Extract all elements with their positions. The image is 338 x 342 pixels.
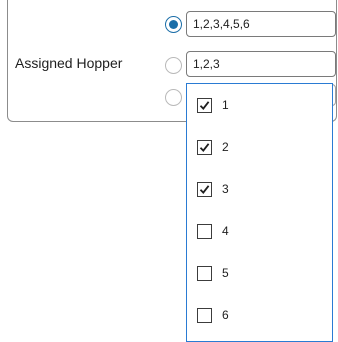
checkbox[interactable] [197, 139, 212, 155]
checkmark-icon [199, 100, 210, 110]
checkbox[interactable] [197, 307, 212, 323]
option-label: 2 [222, 140, 229, 154]
hopper-value-field-1[interactable]: 1,2,3,4,5,6 [186, 11, 336, 37]
radio-option-1[interactable] [165, 16, 182, 33]
option-label: 3 [222, 182, 229, 196]
assigned-hopper-label: Assigned Hopper [15, 55, 123, 71]
checkmark-icon [199, 142, 210, 152]
checkbox[interactable] [197, 223, 212, 239]
option-label: 1 [222, 98, 229, 112]
checkbox[interactable] [197, 265, 212, 281]
dropdown-option[interactable]: 5 [197, 263, 229, 283]
option-label: 6 [222, 308, 229, 322]
checkbox[interactable] [197, 181, 212, 197]
hopper-multiselect-dropdown[interactable]: 1 2 3 4 5 6 [186, 83, 333, 342]
hopper-value-field-2[interactable]: 1,2,3 [186, 51, 336, 77]
checkmark-icon [199, 184, 210, 194]
hopper-settings-panel: Assigned Hopper 1,2,3,4,5,6 1,2,3 1 2 3 … [0, 0, 338, 342]
dropdown-option[interactable]: 3 [197, 179, 229, 199]
option-label: 4 [222, 224, 229, 238]
dropdown-option[interactable]: 4 [197, 221, 229, 241]
checkbox[interactable] [197, 97, 212, 113]
radio-option-3[interactable] [165, 89, 182, 106]
option-label: 5 [222, 266, 229, 280]
radio-option-2[interactable] [165, 57, 182, 74]
dropdown-option[interactable]: 2 [197, 137, 229, 157]
dropdown-option[interactable]: 1 [197, 95, 229, 115]
dropdown-option[interactable]: 6 [197, 305, 229, 325]
